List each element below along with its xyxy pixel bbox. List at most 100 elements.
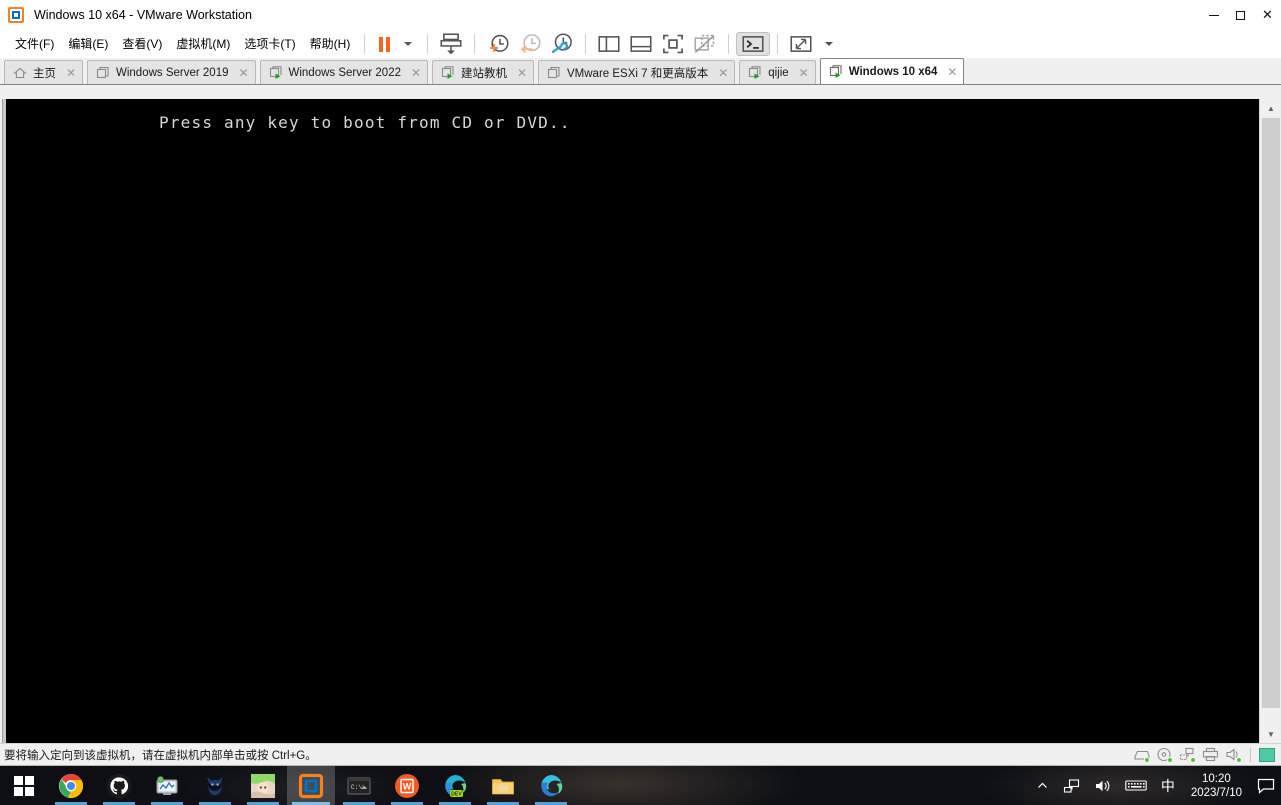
taskbar-avatar-app[interactable] (239, 766, 287, 805)
tab-close-icon[interactable]: ✕ (716, 66, 730, 80)
tab-close-icon[interactable]: ✕ (237, 66, 251, 80)
maximize-icon[interactable] (1227, 0, 1254, 30)
unity-mode-disabled-icon (694, 34, 715, 54)
taskbar-wps[interactable]: W (383, 766, 431, 805)
screen-root: Windows 10 x64 - VMware Workstation ✕ 文件… (0, 0, 1281, 805)
scrollbar-thumb[interactable] (1262, 118, 1280, 708)
status-hard-disk-icon[interactable] (1133, 747, 1150, 763)
stretch-dropdown[interactable] (817, 32, 841, 56)
menu-help[interactable]: 帮助(H) (303, 34, 358, 54)
edge-dev-icon: DEV (445, 774, 467, 797)
fullscreen-button[interactable] (657, 32, 689, 56)
tab-qijie[interactable]: qijie ✕ (739, 60, 816, 84)
svg-text:W: W (403, 781, 412, 791)
chevron-down-icon (825, 42, 834, 46)
tab-label: qijie (768, 66, 789, 79)
tray-ime-button[interactable]: 中 (1154, 766, 1182, 805)
status-sound-icon[interactable] (1225, 747, 1242, 763)
console-view-button[interactable] (736, 32, 771, 56)
tray-network-button[interactable] (1056, 766, 1087, 805)
tab-windows-server-2022[interactable]: Windows Server 2022 ✕ (259, 60, 428, 84)
minimize-icon[interactable] (1200, 0, 1227, 30)
vm-powered-off-icon (547, 66, 560, 78)
tab-windows-server-2019[interactable]: Windows Server 2019 ✕ (87, 60, 256, 84)
tab-bar: 主页 ✕ Windows Server 2019 ✕ Windows Serve… (0, 58, 1281, 85)
start-button[interactable] (0, 766, 47, 805)
thumbnail-bar-icon (630, 36, 652, 52)
vm-vertical-scrollbar[interactable]: ▲ ▼ (1259, 99, 1281, 744)
snapshot-manager-button[interactable] (546, 32, 578, 56)
taskbar-edge[interactable] (527, 766, 575, 805)
vmware-logo-icon (298, 773, 324, 798)
take-snapshot-button[interactable] (482, 32, 514, 56)
anime-avatar-icon (251, 773, 275, 798)
send-ctrl-alt-del-button[interactable] (435, 32, 467, 56)
scroll-down-icon[interactable]: ▼ (1260, 725, 1281, 744)
taskbar-terminal[interactable]: C:\> (335, 766, 383, 805)
home-icon (13, 67, 27, 78)
tab-home[interactable]: 主页 ✕ (4, 60, 83, 84)
stretch-guest-button[interactable] (785, 32, 817, 56)
menu-vm[interactable]: 虚拟机(M) (169, 34, 237, 54)
menu-file[interactable]: 文件(F) (8, 34, 61, 54)
scrollbar-track[interactable] (1260, 118, 1281, 725)
taskbar-monitor[interactable] (143, 766, 191, 805)
tab-close-icon[interactable]: ✕ (64, 66, 78, 80)
suspend-button[interactable] (372, 32, 396, 56)
menu-tabs[interactable]: 选项卡(T) (237, 34, 302, 54)
unity-mode-button[interactable] (689, 32, 721, 56)
tab-close-icon[interactable]: ✕ (409, 66, 423, 80)
show-thumbnails-button[interactable] (625, 32, 657, 56)
status-display-icon[interactable] (1259, 748, 1275, 762)
toolbar-separator (474, 34, 476, 54)
status-network-icon[interactable] (1179, 747, 1196, 763)
github-icon (106, 773, 132, 798)
menu-view[interactable]: 查看(V) (115, 34, 169, 54)
taskbar-edge-dev[interactable]: DEV (431, 766, 479, 805)
clock-date: 2023/7/10 (1190, 786, 1242, 799)
taskbar-vmware[interactable] (287, 766, 335, 805)
tab-label: Windows 10 x64 (848, 65, 938, 78)
tab-close-icon[interactable]: ✕ (945, 65, 959, 79)
taskbar-github[interactable] (95, 766, 143, 805)
tab-label: Windows Server 2019 (116, 66, 229, 79)
taskbar-cat-app[interactable] (191, 766, 239, 805)
scroll-up-icon[interactable]: ▲ (1260, 99, 1281, 118)
action-center-button[interactable] (1251, 766, 1281, 805)
vm-viewport-area: Press any key to boot from CD or DVD.. ▲… (0, 99, 1281, 744)
status-cd-dvd-icon[interactable] (1156, 747, 1173, 763)
vmware-workstation-window: Windows 10 x64 - VMware Workstation ✕ 文件… (0, 0, 1281, 766)
tab-windows-10-x64[interactable]: Windows 10 x64 ✕ (819, 58, 965, 84)
tray-volume-button[interactable] (1087, 766, 1118, 805)
taskbar-clock[interactable]: 10:20 2023/7/10 (1182, 766, 1251, 805)
taskbar-chrome[interactable] (47, 766, 95, 805)
revert-snapshot-button[interactable] (514, 32, 546, 56)
vm-running-icon (441, 65, 454, 79)
tray-keyboard-button[interactable] (1118, 766, 1154, 805)
tab-close-icon[interactable]: ✕ (797, 66, 811, 80)
keyboard-icon (1125, 780, 1147, 791)
close-icon[interactable]: ✕ (1254, 0, 1281, 30)
vm-boot-message: Press any key to boot from CD or DVD.. (159, 113, 571, 132)
menu-and-toolbar: 文件(F) 编辑(E) 查看(V) 虚拟机(M) 选项卡(T) 帮助(H) (0, 30, 1281, 58)
menu-edit[interactable]: 编辑(E) (61, 34, 115, 54)
pause-icon (378, 36, 390, 52)
tab-close-icon[interactable]: ✕ (515, 66, 529, 80)
status-separator (1250, 748, 1251, 762)
toolbar-separator (427, 34, 429, 54)
system-tray: 中 10:20 2023/7/10 (1029, 766, 1281, 805)
tab-vmware-esxi-7[interactable]: VMware ESXi 7 和更高版本 ✕ (538, 60, 736, 84)
tab-label: 建站教机 (461, 67, 507, 80)
vm-console-screen[interactable]: Press any key to boot from CD or DVD.. (6, 99, 1259, 744)
library-panel-icon (598, 36, 620, 52)
tab-jianzhanjiaoji[interactable]: 建站教机 ✕ (432, 60, 534, 84)
windows-logo-icon (13, 775, 34, 796)
show-library-button[interactable] (593, 32, 625, 56)
chevron-down-icon (404, 42, 413, 46)
power-dropdown[interactable] (396, 32, 420, 56)
status-device-icons (1133, 744, 1275, 766)
status-printer-icon[interactable] (1202, 747, 1219, 763)
taskbar-explorer[interactable] (479, 766, 527, 805)
vm-running-icon (749, 65, 761, 79)
tray-overflow-button[interactable] (1029, 766, 1056, 805)
